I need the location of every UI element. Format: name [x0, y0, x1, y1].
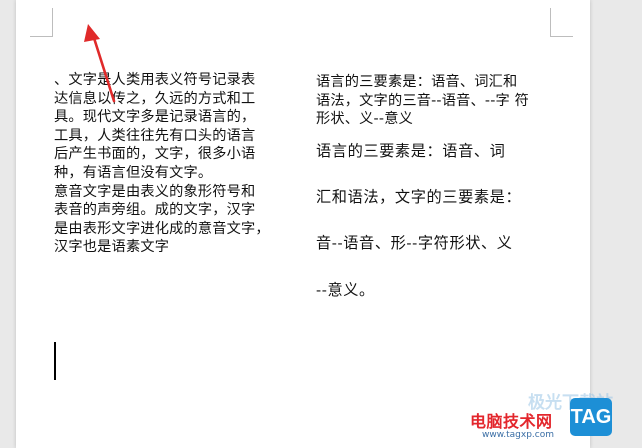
text-line: 音--语音、形--字符形状、义 [316, 234, 513, 253]
watermark-site-name: 电脑技术网 [470, 412, 553, 431]
text-cursor [54, 342, 56, 380]
text-line: 语言的三要素是：语音、词 [316, 141, 506, 160]
text-line: 是由表形文字进化成的意音文字， [54, 220, 270, 237]
text-line: --意义。 [316, 280, 375, 299]
tag-logo-icon: TAG [570, 398, 612, 436]
watermark: 极光下载站 电脑技术网 www.tagxp.com TAG [470, 388, 642, 448]
text-line: 形状、义--意义 [316, 111, 413, 128]
right-small-paragraph: 语言的三要素是：语音、词汇和 语法，文字的三音--语音、--字 符 形状、义--… [316, 73, 566, 129]
right-column[interactable]: 语言的三要素是：语音、词汇和 语法，文字的三音--语音、--字 符 形状、义--… [316, 73, 566, 325]
crop-mark-top-right [550, 8, 573, 37]
text-line: 语言的三要素是：语音、词汇和 [316, 74, 518, 90]
text-line: 汉字也是语素文字 [54, 239, 170, 256]
right-large-paragraph: 语言的三要素是：语音、词 汇和语法，文字的三要素是： 音--语音、形--字符形状… [316, 140, 566, 302]
text-line: 语法，文字的三音--语音、--字 符 [316, 92, 530, 109]
watermark-url: www.tagxp.com [482, 430, 554, 440]
text-line: 汇和语法，文字的三要素是： [316, 188, 522, 207]
text-line: 表音的声旁组。成的文字，汉字 [54, 202, 256, 219]
red-arrow-icon [84, 24, 116, 103]
